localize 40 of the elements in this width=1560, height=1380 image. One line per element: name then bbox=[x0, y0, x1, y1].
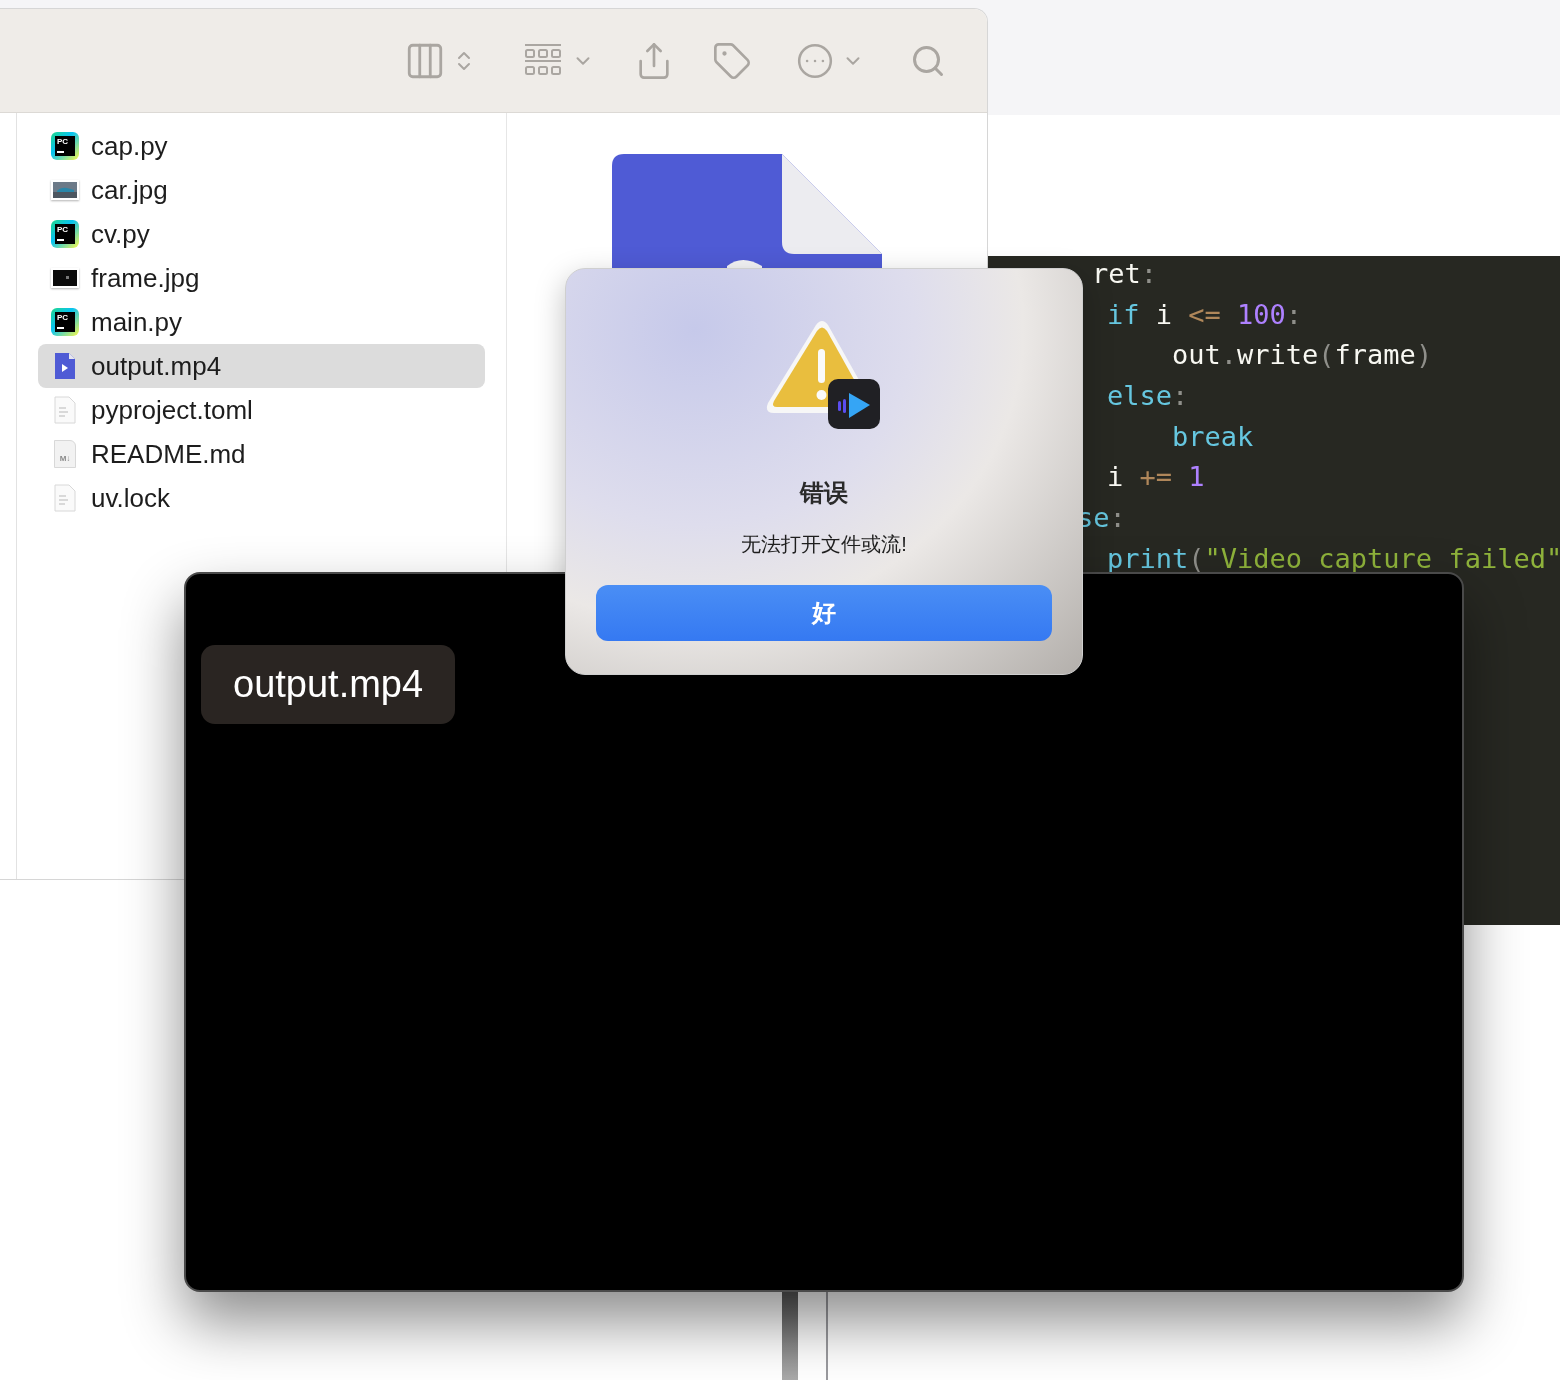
icon-label: PC bbox=[57, 225, 69, 234]
tag-button[interactable] bbox=[712, 40, 752, 81]
video-file-icon bbox=[54, 352, 76, 380]
file-row[interactable]: output.mp4 bbox=[38, 344, 485, 388]
file-name: frame.jpg bbox=[91, 261, 200, 295]
icon-label: PC bbox=[57, 313, 69, 322]
file-row[interactable]: car.jpg bbox=[38, 168, 485, 212]
file-row[interactable]: PC main.py bbox=[38, 300, 485, 344]
alert-title: 错误 bbox=[800, 478, 848, 508]
file-name: main.py bbox=[91, 305, 183, 339]
file-row[interactable]: pyproject.toml bbox=[38, 388, 485, 432]
code-line: if i <= 100: bbox=[1107, 298, 1303, 330]
file-name: output.mp4 bbox=[91, 349, 222, 383]
file-row[interactable]: uv.lock bbox=[38, 476, 485, 520]
file-name: README.md bbox=[91, 437, 246, 471]
document-icon bbox=[54, 484, 76, 512]
more-icon bbox=[796, 41, 834, 80]
file-row[interactable]: frame.jpg bbox=[38, 256, 485, 300]
code-line: print("Video capture failed" bbox=[1107, 542, 1560, 574]
code-line: i += 1 bbox=[1107, 461, 1205, 493]
code-line: out.write(frame) bbox=[1172, 339, 1433, 371]
video-title: output.mp4 bbox=[201, 645, 456, 724]
ok-button[interactable]: 好 bbox=[596, 585, 1052, 641]
code-line: else: bbox=[1107, 380, 1189, 412]
icon-label: PC bbox=[57, 137, 69, 146]
alert-message: 无法打开文件或流! bbox=[741, 532, 907, 557]
file-row[interactable]: PC cv.py bbox=[38, 212, 485, 256]
file-name: uv.lock bbox=[91, 481, 170, 515]
file-name: cap.py bbox=[91, 129, 168, 163]
code-line: break bbox=[1172, 420, 1254, 452]
file-row[interactable]: PC cap.py bbox=[38, 124, 485, 168]
file-name: pyproject.toml bbox=[91, 393, 253, 427]
file-row[interactable]: M↓ README.md bbox=[38, 432, 485, 476]
file-name: car.jpg bbox=[91, 173, 168, 207]
icon-label: M↓ bbox=[59, 454, 71, 463]
tag-icon bbox=[712, 40, 752, 81]
code-line: ret: bbox=[1092, 258, 1158, 289]
file-name: cv.py bbox=[91, 217, 150, 251]
document-icon bbox=[54, 396, 76, 424]
grid-icon bbox=[524, 43, 562, 78]
